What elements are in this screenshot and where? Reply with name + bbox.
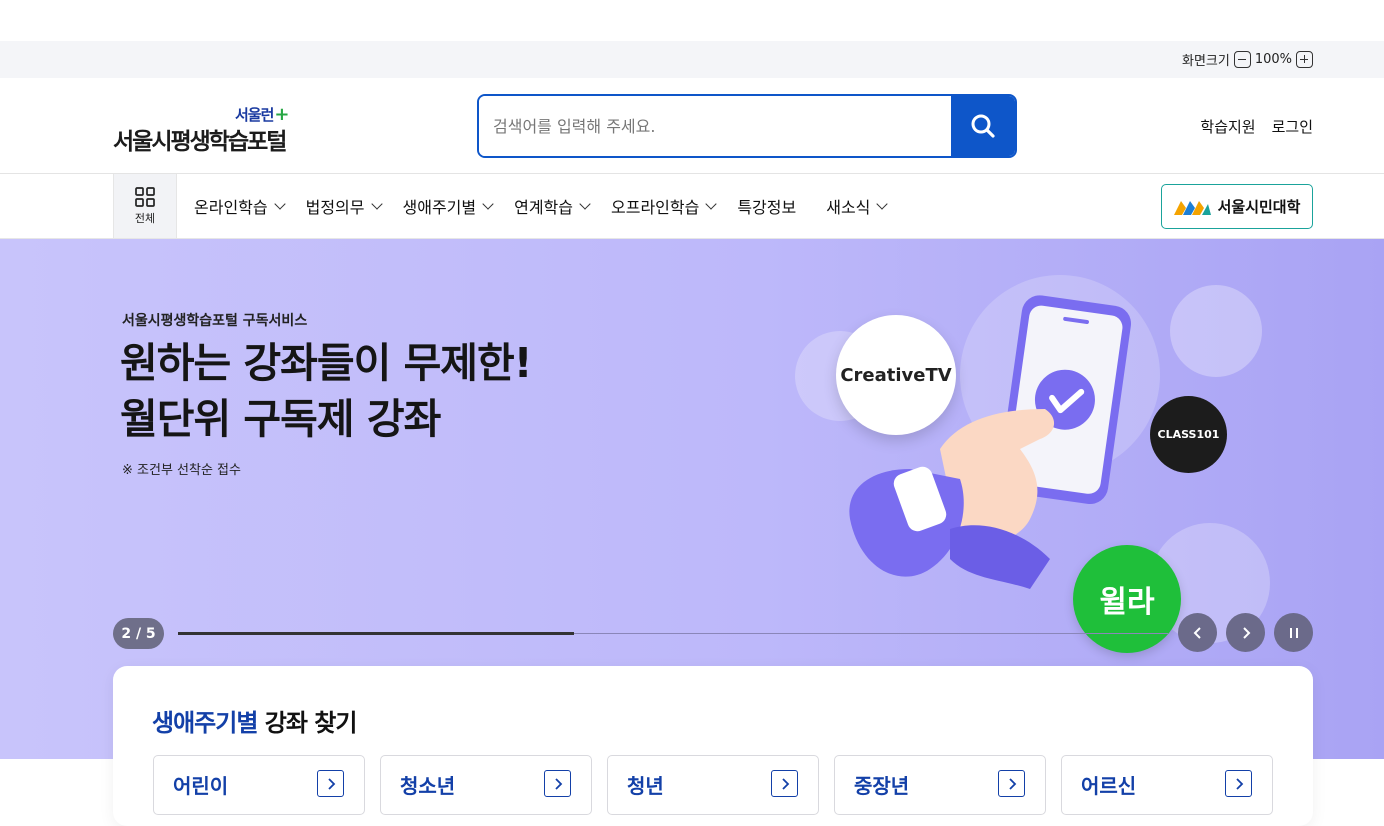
grid-icon bbox=[135, 186, 155, 207]
class101-badge: CLASS101 bbox=[1150, 396, 1227, 473]
prev-slide-button[interactable] bbox=[1178, 613, 1217, 652]
search-box bbox=[477, 94, 1017, 158]
finder-title: 생애주기별 강좌 찾기 bbox=[152, 709, 357, 737]
chevron-down-icon bbox=[705, 198, 717, 210]
chevron-right-icon bbox=[544, 770, 571, 797]
hero-title: 원하는 강좌들이 무제한! 월단위 구독제 강좌 bbox=[120, 339, 532, 443]
logo-title: 서울시평생학습포털 bbox=[113, 129, 287, 155]
menu-list: 온라인학습 법정의무 생애주기별 연계학습 오프라인학습 특강정보 새소식 bbox=[194, 174, 908, 238]
pause-slide-button[interactable] bbox=[1274, 613, 1313, 652]
main-nav: 전체 온라인학습 법정의무 생애주기별 연계학습 오프라인학습 특강정보 새소식… bbox=[0, 174, 1384, 239]
chevron-down-icon bbox=[579, 198, 591, 210]
lifecycle-card-middle-aged[interactable]: 중장년 bbox=[834, 755, 1046, 815]
citizen-univ-logo-icon bbox=[1173, 200, 1211, 215]
chevron-right-icon bbox=[317, 770, 344, 797]
menu-legal-duty[interactable]: 법정의무 bbox=[306, 194, 383, 218]
slide-counter: 2 / 5 bbox=[113, 618, 164, 649]
menu-online-learning[interactable]: 온라인학습 bbox=[194, 194, 286, 218]
chevron-down-icon bbox=[370, 198, 383, 210]
hero-note: ※ 조건부 선착순 접수 bbox=[122, 463, 241, 478]
utility-bar: 화면크기 100% bbox=[0, 41, 1384, 78]
pause-icon bbox=[1289, 627, 1298, 638]
menu-special-lecture[interactable]: 특강정보 bbox=[737, 194, 796, 218]
header-links: 학습지원 로그인 bbox=[1200, 116, 1313, 137]
site-header: 서울런+ 서울시평생학습포털 학습지원 로그인 bbox=[0, 78, 1384, 174]
lifecycle-course-finder: 생애주기별 강좌 찾기 어린이 청소년 청년 중장년 어르신 bbox=[113, 666, 1313, 826]
slide-progress-fill bbox=[178, 632, 574, 635]
willa-badge: 윌라 bbox=[1073, 545, 1181, 653]
lifecycle-card-list: 어린이 청소년 청년 중장년 어르신 bbox=[153, 755, 1273, 815]
link-learning-support[interactable]: 학습지원 bbox=[1200, 116, 1255, 137]
seoul-citizen-univ-button[interactable]: 서울시민대학 bbox=[1161, 184, 1313, 229]
zoom-in-icon[interactable] bbox=[1296, 51, 1313, 68]
top-blank-area bbox=[0, 0, 1384, 41]
hero-subtitle: 서울시평생학습포털 구독서비스 bbox=[122, 313, 308, 329]
menu-offline-learning[interactable]: 오프라인학습 bbox=[611, 194, 717, 218]
menu-news[interactable]: 새소식 bbox=[826, 194, 889, 218]
menu-linked-learning[interactable]: 연계학습 bbox=[514, 194, 591, 218]
chevron-right-icon bbox=[771, 770, 798, 797]
chevron-right-icon bbox=[998, 770, 1025, 797]
lifecycle-card-children[interactable]: 어린이 bbox=[153, 755, 365, 815]
slide-progress-track bbox=[178, 632, 1168, 635]
menu-life-cycle[interactable]: 생애주기별 bbox=[403, 194, 494, 218]
zoom-out-icon[interactable] bbox=[1233, 51, 1251, 68]
search-input[interactable] bbox=[479, 96, 953, 156]
lifecycle-card-seniors[interactable]: 어르신 bbox=[1061, 755, 1273, 815]
chevron-down-icon bbox=[482, 198, 494, 210]
chevron-left-icon bbox=[1193, 626, 1201, 639]
chevron-down-icon bbox=[876, 198, 889, 210]
zoom-label: 화면크기 bbox=[1181, 54, 1230, 69]
next-slide-button[interactable] bbox=[1226, 613, 1265, 652]
search-icon bbox=[971, 114, 995, 138]
all-menu-button[interactable]: 전체 bbox=[113, 174, 177, 238]
link-login[interactable]: 로그인 bbox=[1272, 116, 1313, 137]
search-button[interactable] bbox=[951, 96, 1015, 156]
all-menu-label: 전체 bbox=[134, 211, 156, 225]
creativetv-badge: CreativeTV bbox=[836, 315, 956, 435]
zoom-control: 화면크기 100% bbox=[1182, 50, 1313, 69]
chevron-right-icon bbox=[1242, 626, 1250, 639]
decor-circle bbox=[1170, 285, 1262, 377]
zoom-value: 100% bbox=[1254, 52, 1292, 67]
chevron-down-icon bbox=[273, 198, 286, 210]
univ-label: 서울시민대학 bbox=[1217, 198, 1301, 216]
chevron-right-icon bbox=[1225, 770, 1252, 797]
lifecycle-card-youth[interactable]: 청년 bbox=[607, 755, 819, 815]
lifecycle-card-teens[interactable]: 청소년 bbox=[380, 755, 592, 815]
